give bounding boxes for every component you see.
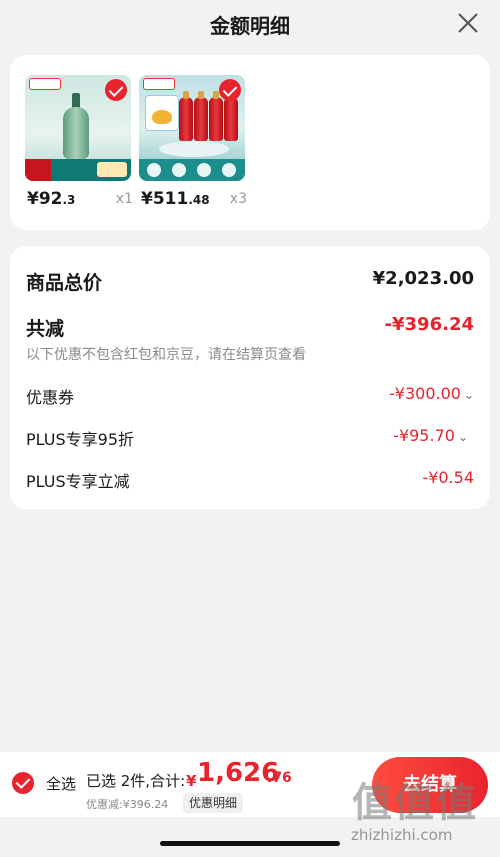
selected-check-icon[interactable] [219, 79, 241, 101]
chevron-down-icon: ⌄ [463, 388, 474, 402]
display-plinth-image [159, 141, 229, 157]
gift-card-image [145, 95, 179, 131]
product-item[interactable]: ¥511.48 x3 [139, 75, 249, 213]
goods-total-label: 商品总价 [26, 272, 103, 294]
watermark-logo: 值值值 [352, 780, 478, 826]
product-item[interactable]: ¥92.3 x1 [25, 75, 135, 213]
discount-note: 以下优惠不包含红包和京豆，请在结算页查看 [26, 347, 306, 363]
goods-total-value: ¥2,023.00 [372, 268, 474, 289]
amount-detail-sheet: 金额明细 ¥92.3 x1 ¥511.48 x3 商品总价 ¥2,023.00 … [0, 0, 500, 857]
select-all-checkbox[interactable] [12, 772, 34, 794]
product-quantity: x3 [229, 191, 247, 207]
brand-logo-icon [29, 78, 61, 90]
liquor-bottle-image [63, 93, 89, 159]
pay-currency: ¥ [186, 772, 197, 790]
saved-amount-text: 优惠减:¥396.24 [86, 798, 169, 811]
price-summary-card: 商品总价 ¥2,023.00 共减 -¥396.24 以下优惠不包含红包和京豆，… [10, 246, 490, 509]
coupon-label: 优惠券 [26, 388, 75, 407]
sheet-title: 金额明细 [210, 14, 290, 38]
products-card: ¥92.3 x1 ¥511.48 x3 [10, 55, 490, 230]
service-icons-banner [139, 159, 245, 181]
select-all-label[interactable]: 全选 [46, 773, 76, 794]
home-indicator[interactable] [160, 841, 340, 846]
total-discount-value: -¥396.24 [384, 314, 474, 335]
plus-95-discount-label: PLUS专享95折 [26, 430, 134, 449]
coupon-value: -¥300.00 ⌄ [389, 384, 474, 403]
selected-check-icon[interactable] [105, 79, 127, 101]
pay-amount-decimal: .76 [267, 770, 292, 786]
total-discount-label: 共减 [26, 318, 65, 340]
sheet-header: 金额明细 [0, 0, 500, 46]
plus-instant-reduce-value: -¥0.54 [422, 468, 474, 487]
product-quantity: x1 [115, 191, 133, 207]
close-icon[interactable] [456, 11, 480, 35]
chevron-down-icon: ⌄ [457, 430, 468, 444]
selected-count-text: 已选 2件,合计: [86, 772, 186, 790]
watermark-url: zhizhizhi.com [351, 826, 453, 844]
discount-detail-button[interactable]: 优惠明细 [183, 793, 244, 813]
product-price: ¥92.3 [27, 189, 76, 209]
product-thumbnail[interactable] [139, 75, 245, 181]
product-thumbnail[interactable] [25, 75, 131, 181]
plus-instant-reduce-label: PLUS专享立减 [26, 472, 130, 491]
promo-banner-image [25, 159, 131, 181]
brand-logo-icon [143, 78, 175, 90]
plus-95-discount-value: -¥95.70 ⌄ [393, 426, 468, 445]
product-price: ¥511.48 [141, 189, 210, 209]
